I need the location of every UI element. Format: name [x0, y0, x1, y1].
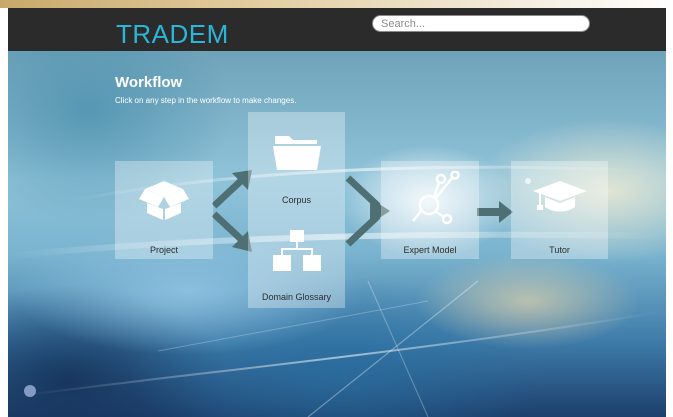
workflow-subtitle: Click on any step in the workflow to mak… [115, 96, 297, 105]
app-window: TRADEM Workflow Click on any step in the… [8, 8, 666, 417]
workflow-step-domain-glossary[interactable]: Domain Glossary [248, 210, 345, 308]
workflow-step-corpus[interactable]: Corpus [248, 112, 345, 210]
workflow-step-expert-model[interactable]: Expert Model [381, 161, 479, 259]
workflow-step-tutor[interactable]: Tutor [511, 161, 608, 259]
domain-glossary-label: Domain Glossary [261, 292, 332, 302]
hierarchy-icon [273, 230, 321, 271]
workflow-step-project[interactable]: Project [115, 161, 213, 259]
tutor-label: Tutor [549, 245, 570, 255]
open-box-icon [139, 181, 189, 220]
workflow-step-corpus-glossary: Corpus Domain Glossary [248, 112, 345, 308]
header-bar: TRADEM [8, 8, 666, 51]
search-input[interactable] [372, 15, 590, 32]
network-node-icon [412, 171, 460, 225]
graduation-cap-icon [533, 181, 587, 212]
project-label: Project [149, 245, 178, 255]
expert-model-label: Expert Model [403, 245, 457, 255]
workflow-title: Workflow [115, 74, 183, 91]
window-top-strip [0, 0, 673, 8]
folder-icon [273, 136, 321, 170]
app-logo[interactable]: TRADEM [116, 19, 229, 50]
corpus-label: Corpus [281, 195, 311, 205]
